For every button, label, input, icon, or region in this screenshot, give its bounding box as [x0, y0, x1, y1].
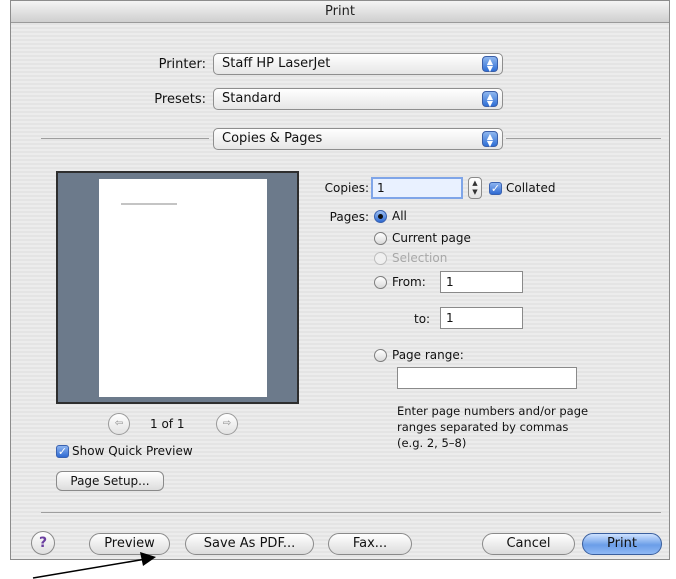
print-dialog: Print Printer: Staff HP LaserJet ▲ ▼ Pres… [10, 0, 670, 560]
panel-popup[interactable]: Copies & Pages ▲ ▼ [213, 128, 503, 150]
print-button[interactable]: Print [582, 533, 662, 555]
copies-stepper[interactable]: ▲ ▼ [468, 177, 482, 199]
show-quick-preview-checkbox[interactable]: ✓ [56, 445, 69, 458]
annotation-arrow-line [32, 558, 147, 579]
preview-button[interactable]: Preview [89, 533, 170, 555]
pages-from-field[interactable]: 1 [440, 271, 523, 293]
presets-popup[interactable]: Standard ▲ ▼ [213, 88, 503, 110]
pages-from-label: From: [392, 275, 426, 289]
next-page-button[interactable]: ⇨ [216, 413, 238, 435]
forward-arrow-icon: ⇨ [222, 418, 232, 429]
pages-selection-radio [374, 252, 387, 265]
pages-current-label: Current page [392, 231, 471, 245]
page-indicator: 1 of 1 [150, 417, 185, 431]
pages-label: Pages: [329, 210, 369, 224]
popup-arrows-icon: ▲ ▼ [482, 91, 498, 108]
print-preview [56, 171, 299, 404]
popup-arrows-icon: ▲ ▼ [482, 56, 498, 73]
panel-value: Copies & Pages [222, 131, 323, 146]
pages-current-radio[interactable] [374, 232, 387, 245]
printer-value: Staff HP LaserJet [222, 56, 331, 71]
popup-arrows-icon: ▲ ▼ [482, 131, 498, 148]
presets-value: Standard [222, 91, 282, 106]
preview-page-text [121, 203, 177, 205]
page-setup-button[interactable]: Page Setup... [56, 471, 164, 491]
previous-page-button[interactable]: ⇦ [108, 413, 130, 435]
printer-popup[interactable]: Staff HP LaserJet ▲ ▼ [213, 53, 503, 75]
back-arrow-icon: ⇦ [114, 418, 124, 429]
pages-all-label: All [392, 209, 407, 223]
pages-all-radio[interactable] [374, 210, 387, 223]
separator-right [506, 138, 661, 139]
presets-label: Presets: [154, 92, 206, 107]
pages-range-label: Page range: [392, 348, 464, 362]
printer-label: Printer: [158, 57, 206, 72]
save-as-pdf-button[interactable]: Save As PDF... [185, 533, 314, 555]
fax-button[interactable]: Fax... [328, 533, 412, 555]
stepper-arrows-icon: ▲ ▼ [472, 179, 478, 196]
bottom-separator [41, 512, 661, 513]
preview-page [99, 179, 267, 397]
copies-label: Copies: [324, 181, 369, 195]
pages-range-radio[interactable] [374, 349, 387, 362]
collated-label: Collated [506, 181, 556, 195]
page-range-hint: Enter page numbers and/or page ranges se… [397, 404, 589, 450]
pages-from-radio[interactable] [374, 276, 387, 289]
collated-checkbox[interactable]: ✓ [489, 182, 502, 195]
cancel-button[interactable]: Cancel [482, 533, 575, 555]
window-title: Print [11, 1, 669, 23]
pages-to-field[interactable]: 1 [440, 307, 523, 329]
show-quick-preview-label: Show Quick Preview [72, 444, 193, 458]
page-range-field[interactable] [397, 367, 577, 389]
separator-left [41, 138, 209, 139]
pages-to-label: to: [414, 312, 431, 326]
help-icon: ? [38, 535, 48, 551]
pages-selection-label: Selection [392, 251, 448, 265]
help-button[interactable]: ? [31, 531, 55, 555]
copies-field[interactable]: 1 [371, 177, 463, 199]
